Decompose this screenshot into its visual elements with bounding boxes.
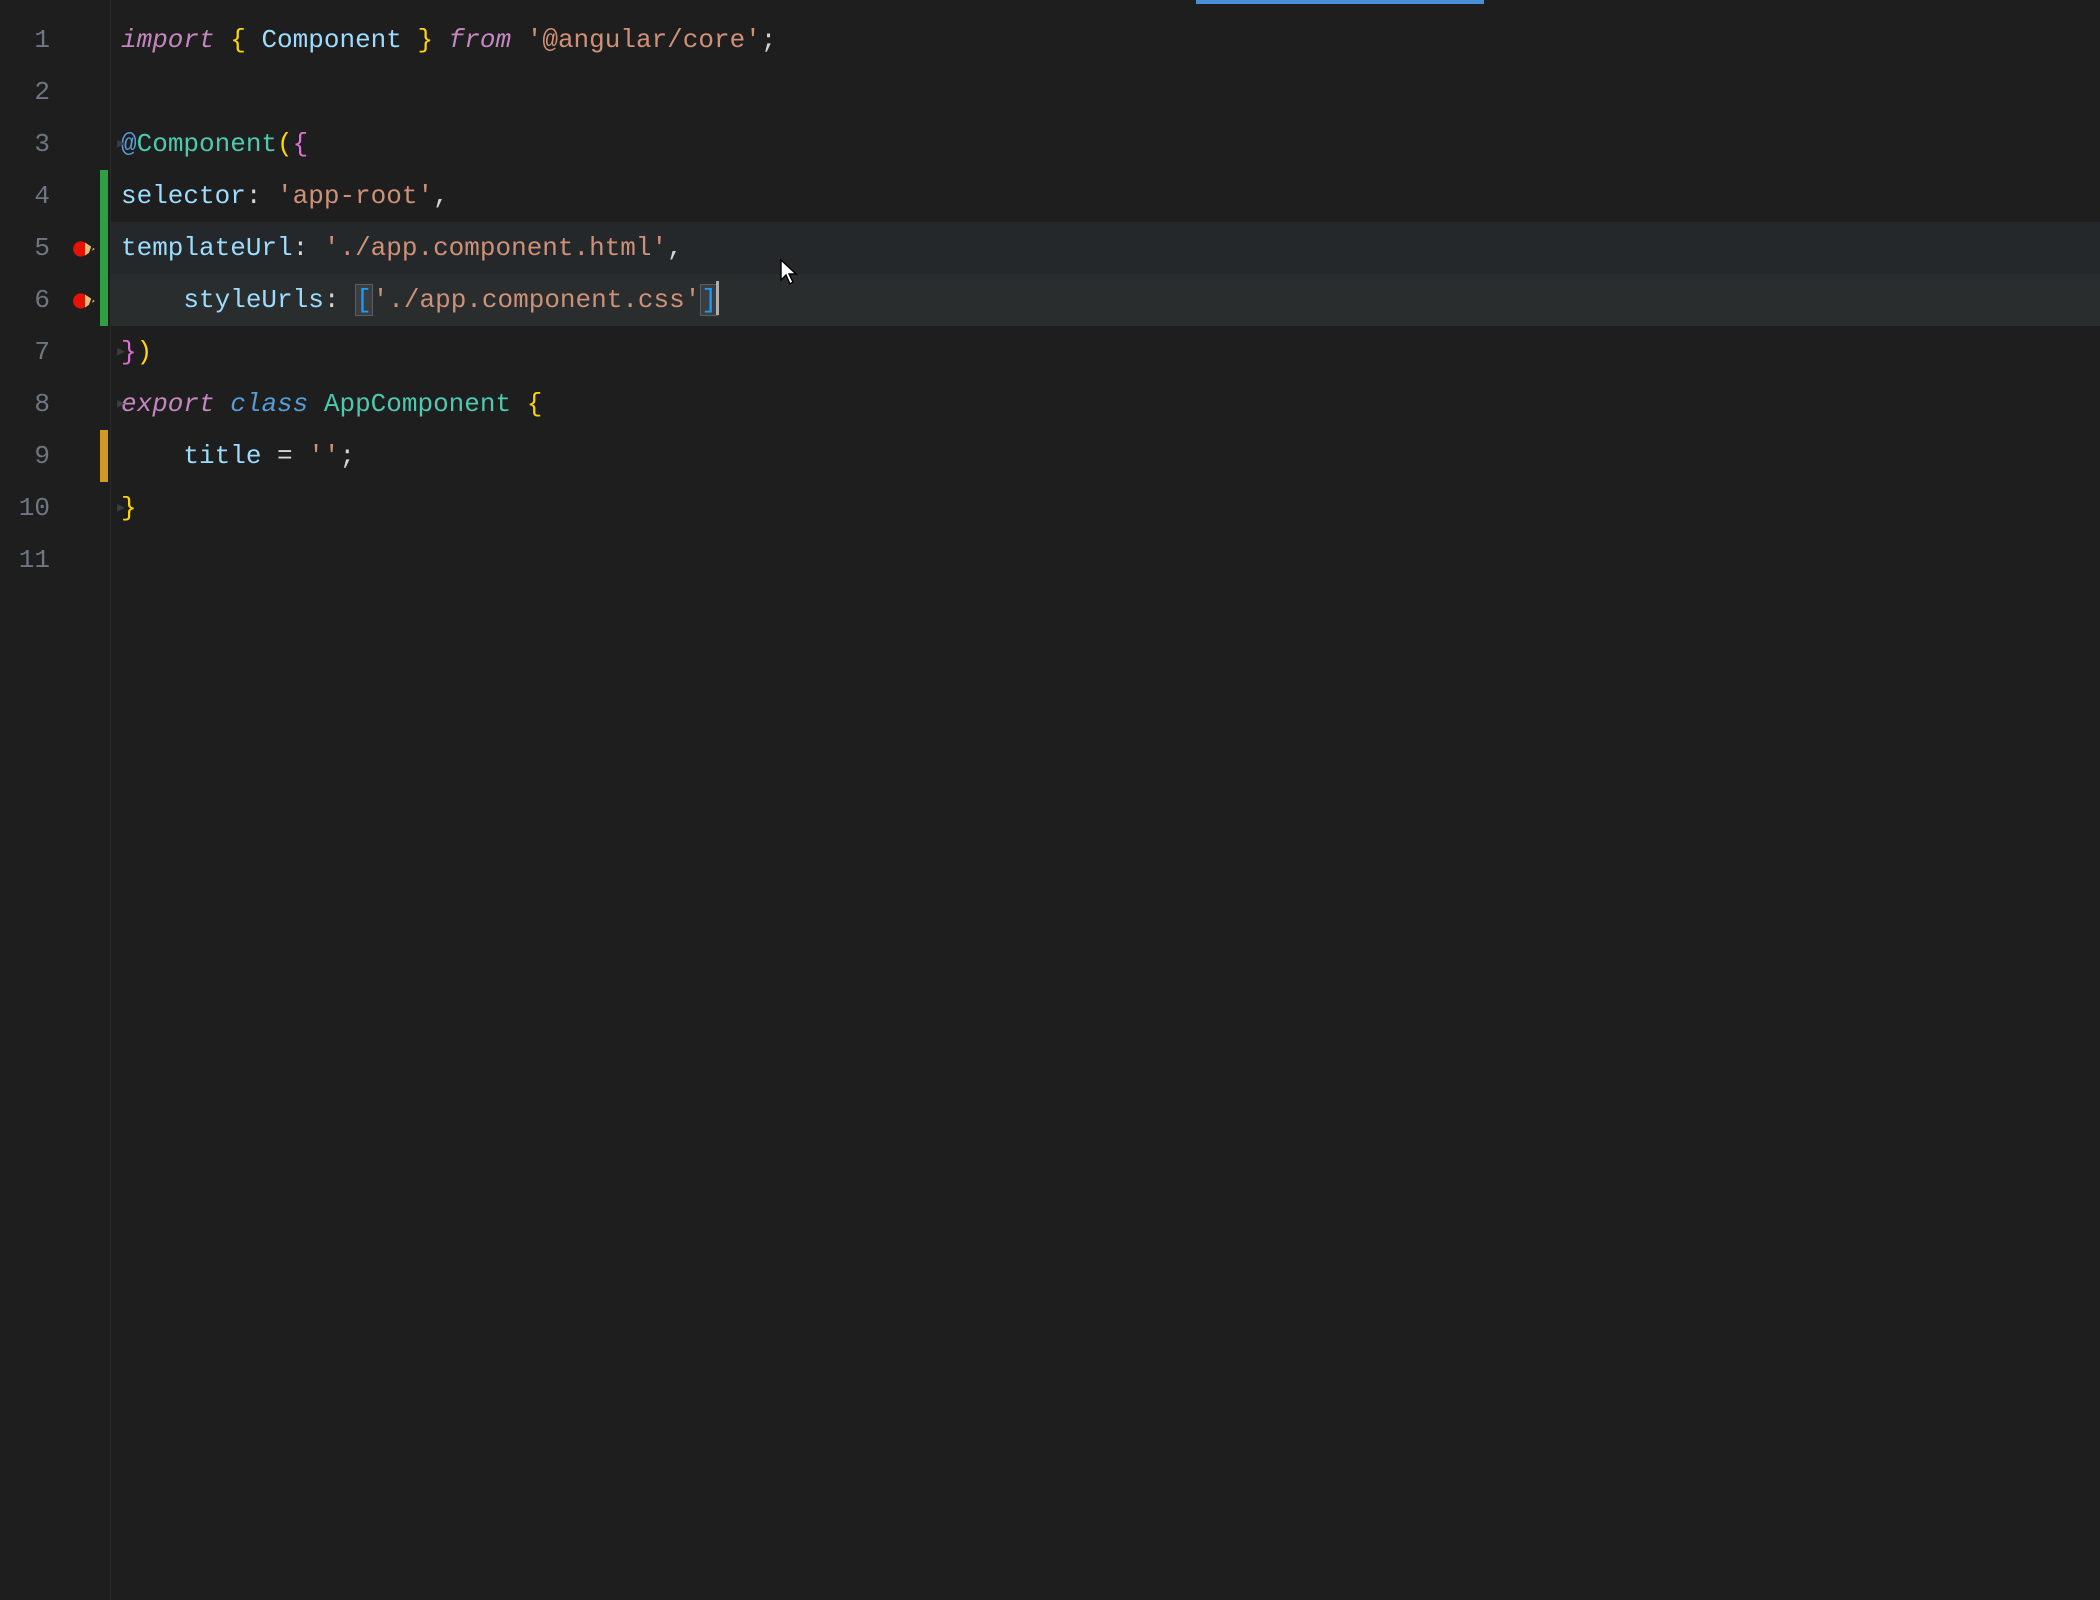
line-number[interactable]: 1 <box>0 14 64 66</box>
property-key: styleUrls <box>183 285 323 315</box>
git-added-marker <box>100 274 108 326</box>
class-name: AppComponent <box>324 389 511 419</box>
property-key: templateUrl <box>121 233 293 263</box>
code-area[interactable]: import { Component } from '@angular/core… <box>110 0 2100 1600</box>
line-number[interactable]: 4 <box>0 170 64 222</box>
keyword-export: export <box>121 389 215 419</box>
code-line[interactable]: ▸} <box>111 482 2100 534</box>
line-number[interactable]: 3 <box>0 118 64 170</box>
code-line[interactable]: templateUrl: './app.component.html', <box>111 222 2100 274</box>
decoration-gutter[interactable] <box>64 0 110 1600</box>
text-cursor <box>716 281 719 315</box>
code-line[interactable]: ▸export class AppComponent { <box>111 378 2100 430</box>
property-name: title <box>183 441 261 471</box>
code-editor[interactable]: 1 2 3 4 5 6 7 8 9 10 11 <box>0 0 2100 1600</box>
code-line[interactable]: ▸@Component({ <box>111 118 2100 170</box>
debug-breakpoint-icon[interactable] <box>72 288 98 314</box>
fold-marker-icon[interactable]: ▸ <box>115 394 123 416</box>
keyword-from: from <box>449 25 511 55</box>
string-literal: '' <box>308 441 339 471</box>
git-added-marker <box>100 222 108 274</box>
string-literal: './app.component.html' <box>324 233 667 263</box>
property-key: selector <box>121 181 246 211</box>
line-number[interactable]: 6 <box>0 274 64 326</box>
debug-breakpoint-icon[interactable] <box>72 236 98 262</box>
code-line[interactable] <box>111 534 2100 586</box>
line-number[interactable]: 5 <box>0 222 64 274</box>
string-literal: '@angular/core' <box>527 25 761 55</box>
code-line[interactable]: import { Component } from '@angular/core… <box>111 14 2100 66</box>
line-number[interactable]: 10 <box>0 482 64 534</box>
code-line[interactable] <box>111 66 2100 118</box>
identifier: Component <box>261 25 401 55</box>
line-number[interactable]: 11 <box>0 534 64 586</box>
string-literal: './app.component.css' <box>373 285 701 315</box>
line-number-gutter[interactable]: 1 2 3 4 5 6 7 8 9 10 11 <box>0 0 64 1600</box>
code-line[interactable]: selector: 'app-root', <box>111 170 2100 222</box>
line-number[interactable]: 9 <box>0 430 64 482</box>
fold-marker-icon[interactable]: ▸ <box>115 498 123 520</box>
code-line[interactable]: ▸}) <box>111 326 2100 378</box>
fold-marker-icon[interactable]: ▸ <box>115 134 123 156</box>
keyword-class: class <box>230 389 308 419</box>
keyword-import: import <box>121 25 215 55</box>
line-number[interactable]: 7 <box>0 326 64 378</box>
decorator-name: Component <box>137 129 277 159</box>
git-added-marker <box>100 170 108 222</box>
code-line[interactable]: title = ''; <box>111 430 2100 482</box>
line-number[interactable]: 8 <box>0 378 64 430</box>
fold-marker-icon[interactable]: ▸ <box>115 342 123 364</box>
string-literal: 'app-root' <box>277 181 433 211</box>
code-line-active[interactable]: styleUrls: ['./app.component.css'] <box>111 274 2100 326</box>
line-number[interactable]: 2 <box>0 66 64 118</box>
operator: = <box>277 441 293 471</box>
git-modified-marker <box>100 430 108 482</box>
